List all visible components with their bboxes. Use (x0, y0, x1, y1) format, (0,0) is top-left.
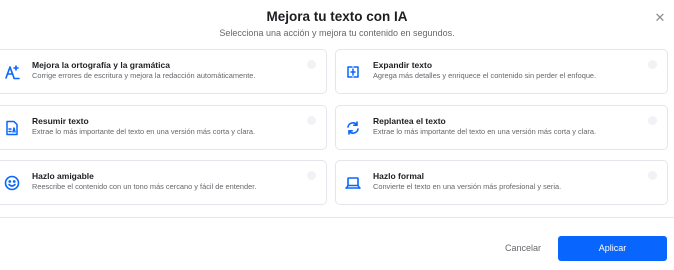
option-description: Convierte el texto en una versión más pr… (373, 182, 562, 191)
spellcheck-icon (3, 63, 21, 81)
cancel-button[interactable]: Cancelar (493, 236, 553, 261)
expand-text-icon (344, 63, 362, 81)
option-title: Resumir texto (32, 116, 89, 126)
option-radio[interactable] (307, 171, 316, 180)
option-card-summarize[interactable]: Resumir texto Extrae lo más importante d… (0, 105, 327, 150)
option-description: Corrige errores de escritura y mejora la… (32, 71, 256, 80)
dialog-header: Mejora tu texto con IA Selecciona una ac… (0, 0, 674, 44)
option-title: Replantea el texto (373, 116, 446, 126)
option-card-formal[interactable]: Hazlo formal Convierte el texto en una v… (335, 160, 668, 205)
smile-icon (3, 174, 21, 192)
dialog-title: Mejora tu texto con IA (266, 9, 408, 24)
apply-button[interactable]: Aplicar (558, 236, 667, 261)
option-title: Hazlo amigable (32, 171, 94, 181)
option-card-spelling-grammar[interactable]: Mejora la ortografía y la gramática Corr… (0, 49, 327, 94)
option-card-friendly[interactable]: Hazlo amigable Reescribe el contenido co… (0, 160, 327, 205)
option-description: Reescribe el contenido con un tono más c… (32, 182, 257, 191)
footer-divider (0, 217, 674, 218)
option-description: Agrega más detalles y enriquece el conte… (373, 71, 597, 80)
dialog-subtitle: Selecciona una acción y mejora tu conten… (219, 28, 455, 38)
option-card-expand-text[interactable]: Expandir texto Agrega más detalles y enr… (335, 49, 668, 94)
option-title: Hazlo formal (373, 171, 425, 181)
option-radio[interactable] (648, 60, 657, 69)
option-radio[interactable] (648, 116, 657, 125)
option-radio[interactable] (307, 60, 316, 69)
option-description: Extrae lo más importante del texto en un… (32, 127, 256, 136)
option-radio[interactable] (648, 171, 657, 180)
option-title: Mejora la ortografía y la gramática (32, 60, 170, 70)
option-title: Expandir texto (373, 60, 433, 70)
option-card-rephrase[interactable]: Replantea el texto Extrae lo más importa… (335, 105, 668, 150)
close-icon[interactable]: ✕ (653, 11, 667, 25)
summarize-icon (3, 119, 21, 137)
rephrase-icon (344, 119, 362, 137)
laptop-icon (344, 174, 362, 192)
option-radio[interactable] (307, 116, 316, 125)
option-description: Extrae lo más importante del texto en un… (373, 127, 597, 136)
